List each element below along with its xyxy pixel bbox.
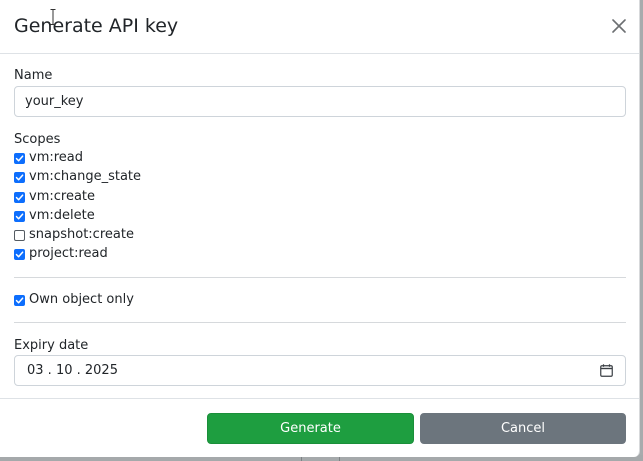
own-object-checkbox[interactable] (14, 294, 25, 306)
expiry-date-input[interactable]: 03 . 10 . 2025 (14, 355, 626, 386)
scopes-label: Scopes (14, 132, 61, 147)
cancel-button[interactable]: Cancel (420, 413, 626, 444)
scope-label: vm:delete (29, 208, 95, 223)
scope-checkbox-row[interactable]: vm:read (14, 150, 83, 166)
scope-checkbox-row[interactable]: vm:change_state (14, 169, 141, 185)
scope-checkbox[interactable] (14, 191, 25, 203)
scope-checkbox-row[interactable]: vm:create (14, 189, 95, 205)
dialog-header: Generate API key (0, 0, 639, 54)
scope-checkbox-row[interactable]: snapshot:create (14, 227, 134, 243)
section-divider (14, 322, 626, 323)
scope-checkbox[interactable] (14, 248, 25, 260)
dialog-footer-divider (0, 398, 639, 399)
name-input[interactable]: your_key (14, 86, 626, 117)
scope-label: vm:change_state (29, 169, 142, 184)
checkmark-icon (15, 154, 24, 161)
close-button[interactable] (605, 12, 633, 40)
name-label: Name (14, 68, 53, 83)
close-icon (612, 19, 626, 33)
scope-checkbox[interactable] (14, 152, 25, 164)
checkmark-icon (15, 212, 24, 219)
own-object-checkbox-row[interactable]: Own object only (14, 292, 134, 308)
scope-label: vm:create (29, 189, 96, 204)
calendar-icon[interactable] (600, 364, 613, 377)
expiry-date-label: Expiry date (14, 338, 89, 353)
scope-checkbox[interactable] (14, 171, 25, 183)
scope-label: snapshot:create (29, 227, 134, 242)
own-object-label: Own object only (29, 292, 134, 307)
generate-api-key-dialog: Generate API key Name your_key Scopes vm… (0, 0, 640, 457)
scope-checkbox-row[interactable]: vm:delete (14, 208, 95, 224)
scope-checkbox[interactable] (14, 229, 25, 241)
generate-button[interactable]: Generate (207, 413, 414, 444)
checkmark-icon (15, 193, 24, 200)
checkmark-icon (15, 296, 24, 303)
scope-label: project:read (29, 246, 108, 261)
scope-checkbox-row[interactable]: project:read (14, 246, 108, 262)
scope-checkbox[interactable] (14, 210, 25, 222)
section-divider (14, 277, 626, 278)
scope-label: vm:read (29, 150, 84, 165)
expiry-date-value: 03 . 10 . 2025 (27, 363, 118, 378)
text-cursor-icon (50, 9, 56, 25)
checkmark-icon (15, 250, 24, 257)
checkmark-icon (15, 173, 24, 180)
dialog-title: Generate API key (14, 15, 179, 37)
